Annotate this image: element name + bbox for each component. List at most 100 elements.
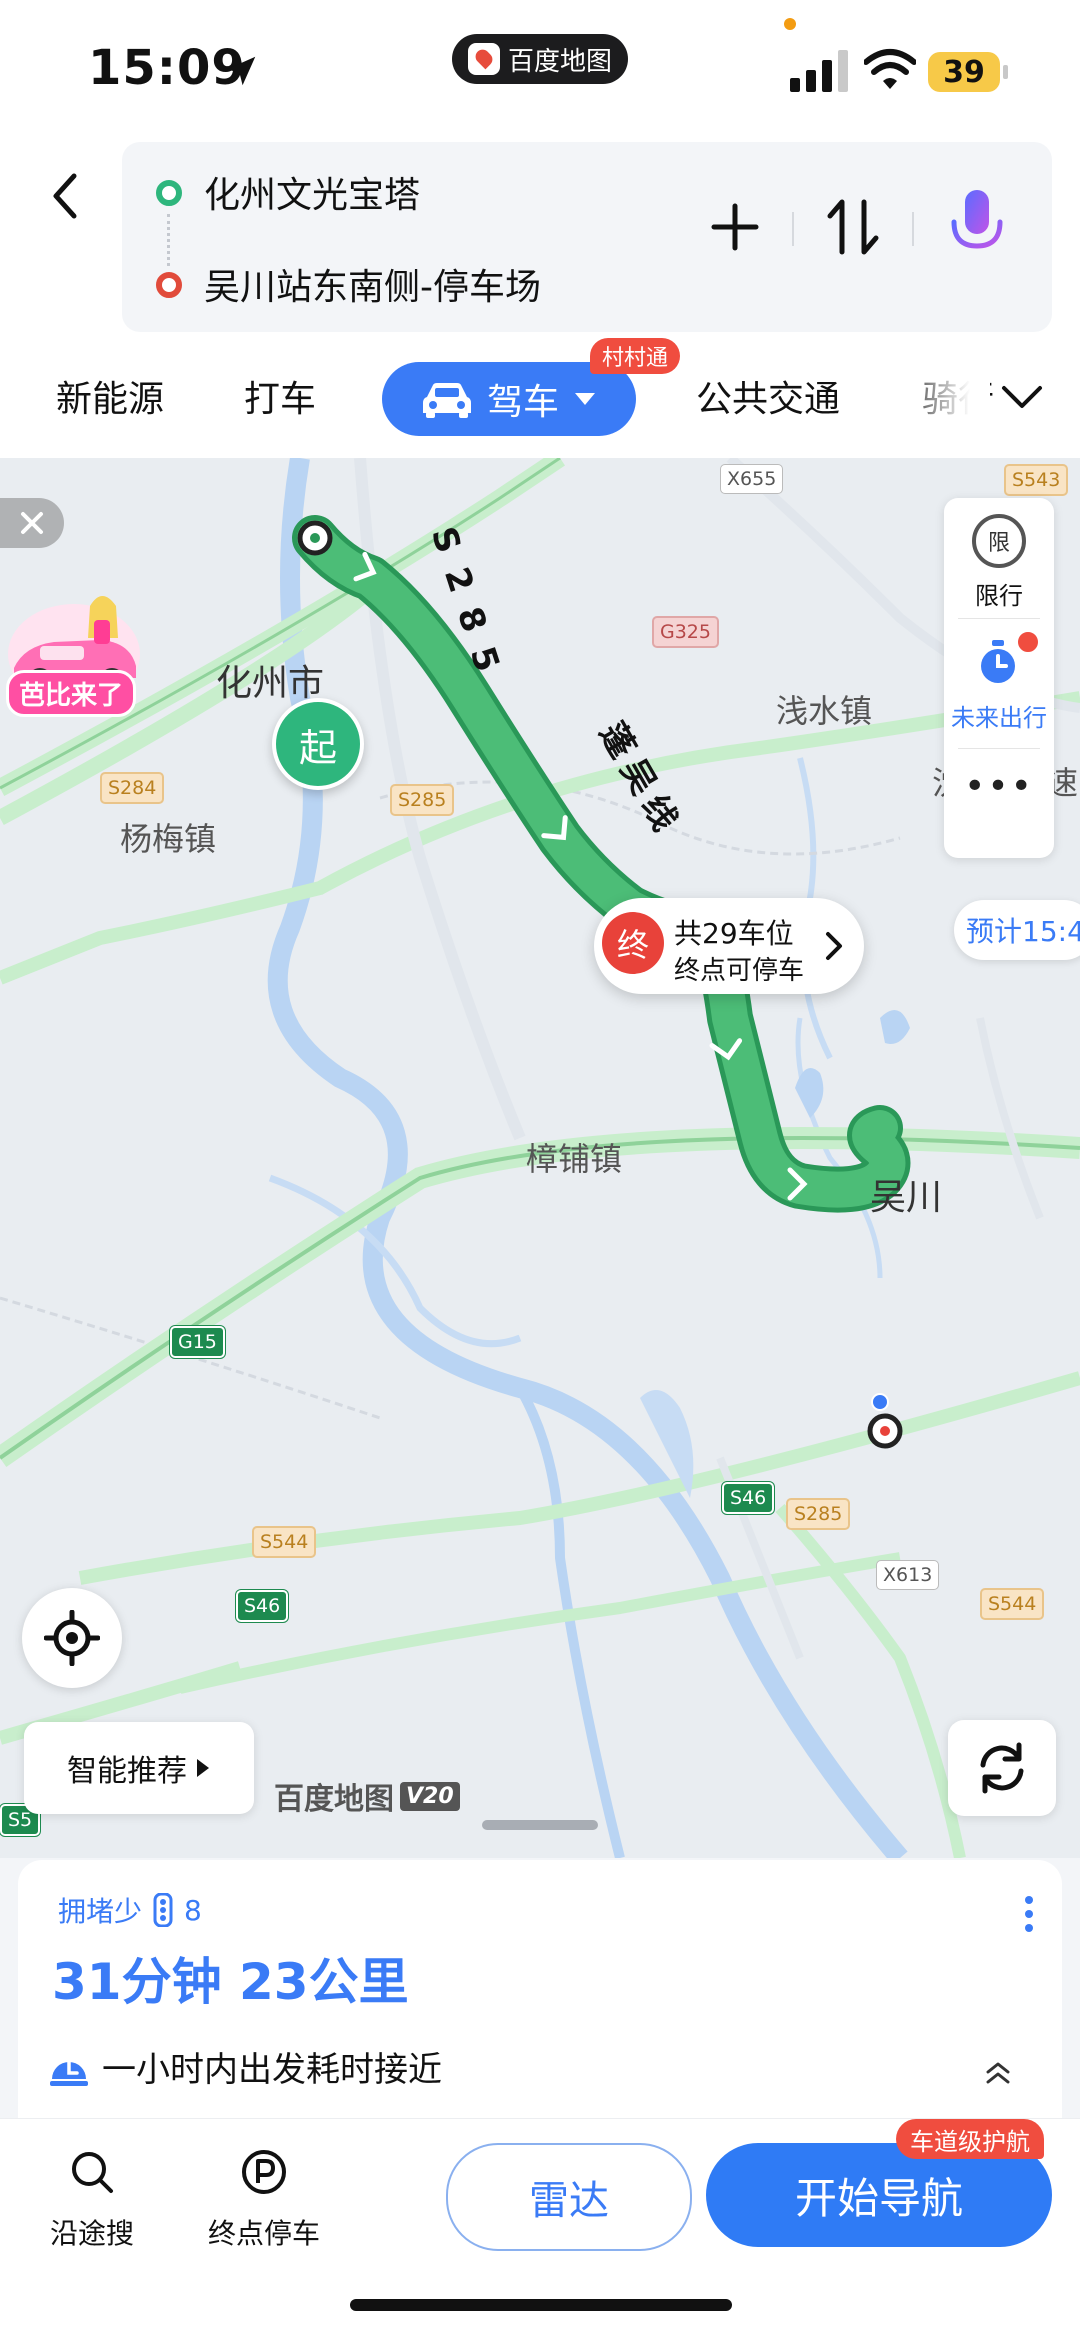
sheet-drag-handle[interactable] — [482, 1820, 598, 1830]
road-shield-s46: S46 — [236, 1590, 289, 1622]
map-watermark: 百度地图 V20 — [274, 1774, 460, 1818]
app-indicator-pill[interactable]: 百度地图 — [452, 34, 628, 84]
location-arrow-icon — [226, 56, 256, 86]
parking-icon — [242, 2150, 286, 2194]
road-shield-s543: S543 — [1004, 464, 1069, 496]
route-header: 化州文光宝塔 吴川站东南侧-停车场 — [0, 140, 1080, 340]
car-icon — [422, 383, 471, 418]
start-dot-icon — [156, 180, 182, 206]
clock-icon — [50, 2058, 88, 2086]
close-icon — [21, 512, 43, 534]
locate-me-button[interactable] — [22, 1588, 122, 1688]
stopwatch-icon[interactable] — [974, 638, 1022, 686]
map-side-panel: 限 限行 未来出行 ••• — [944, 498, 1054, 858]
watermark-text: 百度地图 — [274, 1782, 394, 1817]
route-input-box: 化州文光宝塔 吴川站东南侧-停车场 — [122, 142, 1052, 332]
promo-label[interactable]: 芭比来了 — [6, 670, 137, 717]
map-view[interactable]: X655 S543 G325 S284 S285 G15 S46 S285 S5… — [0, 458, 1080, 1858]
road-shield-s544: S544 — [252, 1526, 317, 1558]
swap-route-icon[interactable] — [820, 192, 886, 262]
destination-parking-button[interactable]: 终点停车 — [194, 2149, 334, 2252]
chevron-down-icon[interactable] — [1000, 380, 1044, 414]
route-duration-distance: 31分钟 23公里 — [52, 1953, 409, 2011]
end-location-field[interactable]: 吴川站东南侧-停车场 — [204, 258, 541, 310]
traffic-light-count: 8 — [184, 1893, 202, 1927]
kebab-menu-icon[interactable] — [1024, 1894, 1034, 1934]
parking-count: 共29车位 — [674, 917, 794, 950]
route-summary-sheet: 拥堵少 8 31分钟 23公里 一小时内出发耗时接近 — [0, 1858, 1080, 2118]
future-trip-label[interactable]: 未来出行 — [944, 698, 1054, 733]
microphone-icon[interactable] — [944, 186, 1010, 266]
village-badge: 村村通 — [590, 338, 681, 374]
road-shield-s46: S46 — [722, 1482, 775, 1514]
search-along-label: 沿途搜 — [49, 2217, 134, 2250]
end-badge: 终 — [602, 912, 664, 974]
traffic-info: 拥堵少 8 — [58, 1890, 202, 1930]
place-label-zhangpu: 樟铺镇 — [526, 1140, 623, 1178]
end-marker-icon — [867, 1413, 903, 1449]
road-shield-s284: S284 — [100, 772, 165, 804]
route-dotted-connector — [167, 214, 170, 266]
chevron-right-icon — [826, 932, 842, 960]
start-location-field[interactable]: 化州文光宝塔 — [204, 166, 420, 218]
chevron-left-icon — [53, 173, 77, 219]
divider — [912, 212, 914, 246]
road-shield-x613: X613 — [876, 1560, 940, 1590]
end-dot-icon — [156, 272, 182, 298]
travel-mode-tabs: 新能源 打车 驾车 村村通 公共交通 骑行 — [0, 338, 1080, 459]
place-label-yangmei: 杨梅镇 — [120, 820, 217, 858]
destination-parking-bubble[interactable]: 终 共29车位 终点可停车 — [594, 898, 864, 994]
divider — [958, 748, 1040, 749]
close-promo-button[interactable] — [0, 498, 64, 548]
road-shield-x655: X655 — [720, 464, 784, 494]
departure-hint-text: 一小时内出发耗时接近 — [102, 2050, 442, 2090]
double-chevron-up-icon[interactable] — [978, 2052, 1018, 2092]
refresh-route-button[interactable] — [948, 1720, 1056, 1816]
search-along-route-button[interactable]: 沿途搜 — [22, 2149, 162, 2252]
route-summary-card[interactable]: 拥堵少 8 31分钟 23公里 一小时内出发耗时接近 — [18, 1860, 1062, 2118]
lane-guidance-badge: 车道级护航 — [896, 2119, 1044, 2159]
notification-dot — [1016, 630, 1040, 654]
add-waypoint-icon[interactable] — [702, 194, 768, 260]
place-label-wuchuan: 吴川 — [870, 1177, 943, 1218]
road-shield-g15: G15 — [170, 1326, 225, 1358]
back-button[interactable] — [40, 166, 90, 226]
radar-button[interactable]: 雷达 — [446, 2143, 692, 2251]
smart-recommend-label: 智能推荐 — [67, 1754, 187, 1789]
wifi-icon — [864, 49, 916, 89]
battery-indicator: 39 — [928, 52, 1008, 92]
refresh-icon — [980, 1742, 1024, 1794]
parking-note: 终点可停车 — [674, 956, 805, 986]
cellular-signal-icon — [790, 50, 848, 92]
tabs-fade-overlay — [890, 340, 990, 458]
departure-hint: 一小时内出发耗时接近 — [48, 2042, 442, 2091]
divider — [958, 618, 1040, 619]
start-pin[interactable]: 起 — [272, 698, 364, 790]
tab-new-energy[interactable]: 新能源 — [56, 370, 164, 422]
caret-down-icon — [575, 393, 595, 405]
search-icon — [72, 2152, 113, 2193]
status-bar: 15:09 百度地图 39 — [0, 0, 1080, 140]
divider — [792, 212, 794, 246]
bottom-action-bar: 沿途搜 终点停车 雷达 开始导航 车道级护航 — [0, 2118, 1080, 2338]
smart-recommend-button[interactable]: 智能推荐 — [24, 1722, 254, 1814]
play-triangle-icon — [197, 1759, 209, 1777]
traffic-light-icon — [153, 1893, 173, 1927]
more-options-icon[interactable]: ••• — [944, 766, 1054, 807]
eta-bubble[interactable]: 预计15:4 — [954, 900, 1080, 960]
road-shield-s285: S285 — [786, 1498, 851, 1530]
tab-taxi[interactable]: 打车 — [244, 370, 316, 422]
baidu-map-logo-icon — [467, 43, 500, 75]
road-shield-g325: G325 — [652, 616, 719, 648]
home-indicator[interactable] — [350, 2299, 732, 2311]
traffic-label: 拥堵少 — [58, 1895, 143, 1928]
app-name: 百度地图 — [507, 46, 612, 77]
road-shield-s285: S285 — [390, 784, 455, 816]
road-shield-s544: S544 — [980, 1588, 1045, 1620]
traffic-restriction-label[interactable]: 限行 — [944, 576, 1054, 611]
traffic-restriction-icon[interactable]: 限 — [972, 514, 1026, 568]
watermark-version: V20 — [400, 1781, 460, 1811]
tab-public-transit[interactable]: 公共交通 — [696, 370, 840, 422]
place-label-qianshui: 浅水镇 — [776, 692, 873, 730]
privacy-dot — [784, 18, 796, 30]
